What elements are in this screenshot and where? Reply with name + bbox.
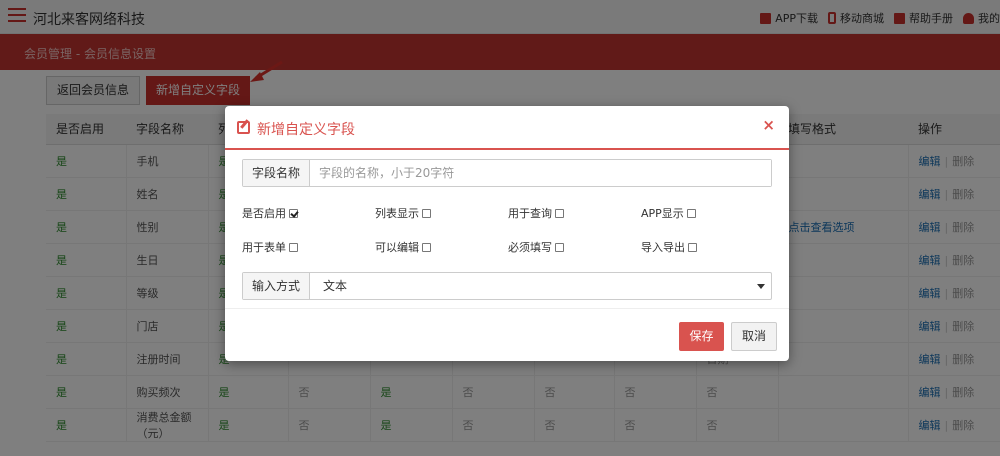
input-mode-value: 文本 <box>323 279 348 293</box>
checkbox-list-display-box[interactable] <box>422 208 431 218</box>
checkbox-for-form-box[interactable] <box>289 242 298 252</box>
dialog-header: 新增自定义字段 × <box>225 106 789 150</box>
checkbox-app-display-box[interactable] <box>686 208 696 218</box>
dialog-title: 新增自定义字段 <box>257 122 355 138</box>
input-mode-select[interactable]: 文本 <box>310 273 771 299</box>
checkbox-for-query-box[interactable] <box>555 208 564 218</box>
checkbox-import-export-box[interactable] <box>688 242 697 252</box>
checkbox-for-form[interactable]: 用于表单 <box>242 239 375 255</box>
dialog-footer: 保存 取消 <box>225 308 789 361</box>
checkbox-enabled-box[interactable] <box>289 208 298 218</box>
field-name-input[interactable] <box>310 160 771 186</box>
input-mode-group: 输入方式 文本 <box>242 272 772 300</box>
checkbox-required[interactable]: 必须填写 <box>508 239 641 255</box>
cancel-button[interactable]: 取消 <box>731 322 777 351</box>
close-button[interactable]: × <box>762 116 775 134</box>
checkbox-required-box[interactable] <box>555 242 564 252</box>
checkbox-list-display[interactable]: 列表显示 <box>375 205 508 221</box>
caret-down-icon <box>757 284 765 289</box>
checkbox-editable-box[interactable] <box>422 242 431 252</box>
checkbox-row-1: 是否启用 列表显示 用于查询 APP显示 <box>242 205 782 221</box>
checkbox-editable[interactable]: 可以编辑 <box>375 239 508 255</box>
checkbox-app-display[interactable]: APP显示 <box>641 205 774 221</box>
add-field-dialog: 新增自定义字段 × 字段名称 是否启用 列表显示 用于查询 APP显示 用于表单… <box>225 106 789 361</box>
edit-icon <box>237 121 250 134</box>
input-mode-label: 输入方式 <box>243 273 310 299</box>
checkbox-for-query[interactable]: 用于查询 <box>508 205 641 221</box>
save-button[interactable]: 保存 <box>679 322 724 351</box>
field-name-group: 字段名称 <box>242 159 772 187</box>
checkbox-enabled[interactable]: 是否启用 <box>242 205 375 221</box>
checkbox-row-2: 用于表单 可以编辑 必须填写 导入导出 <box>242 239 782 255</box>
field-name-label: 字段名称 <box>243 160 310 186</box>
checkbox-import-export[interactable]: 导入导出 <box>641 239 774 255</box>
